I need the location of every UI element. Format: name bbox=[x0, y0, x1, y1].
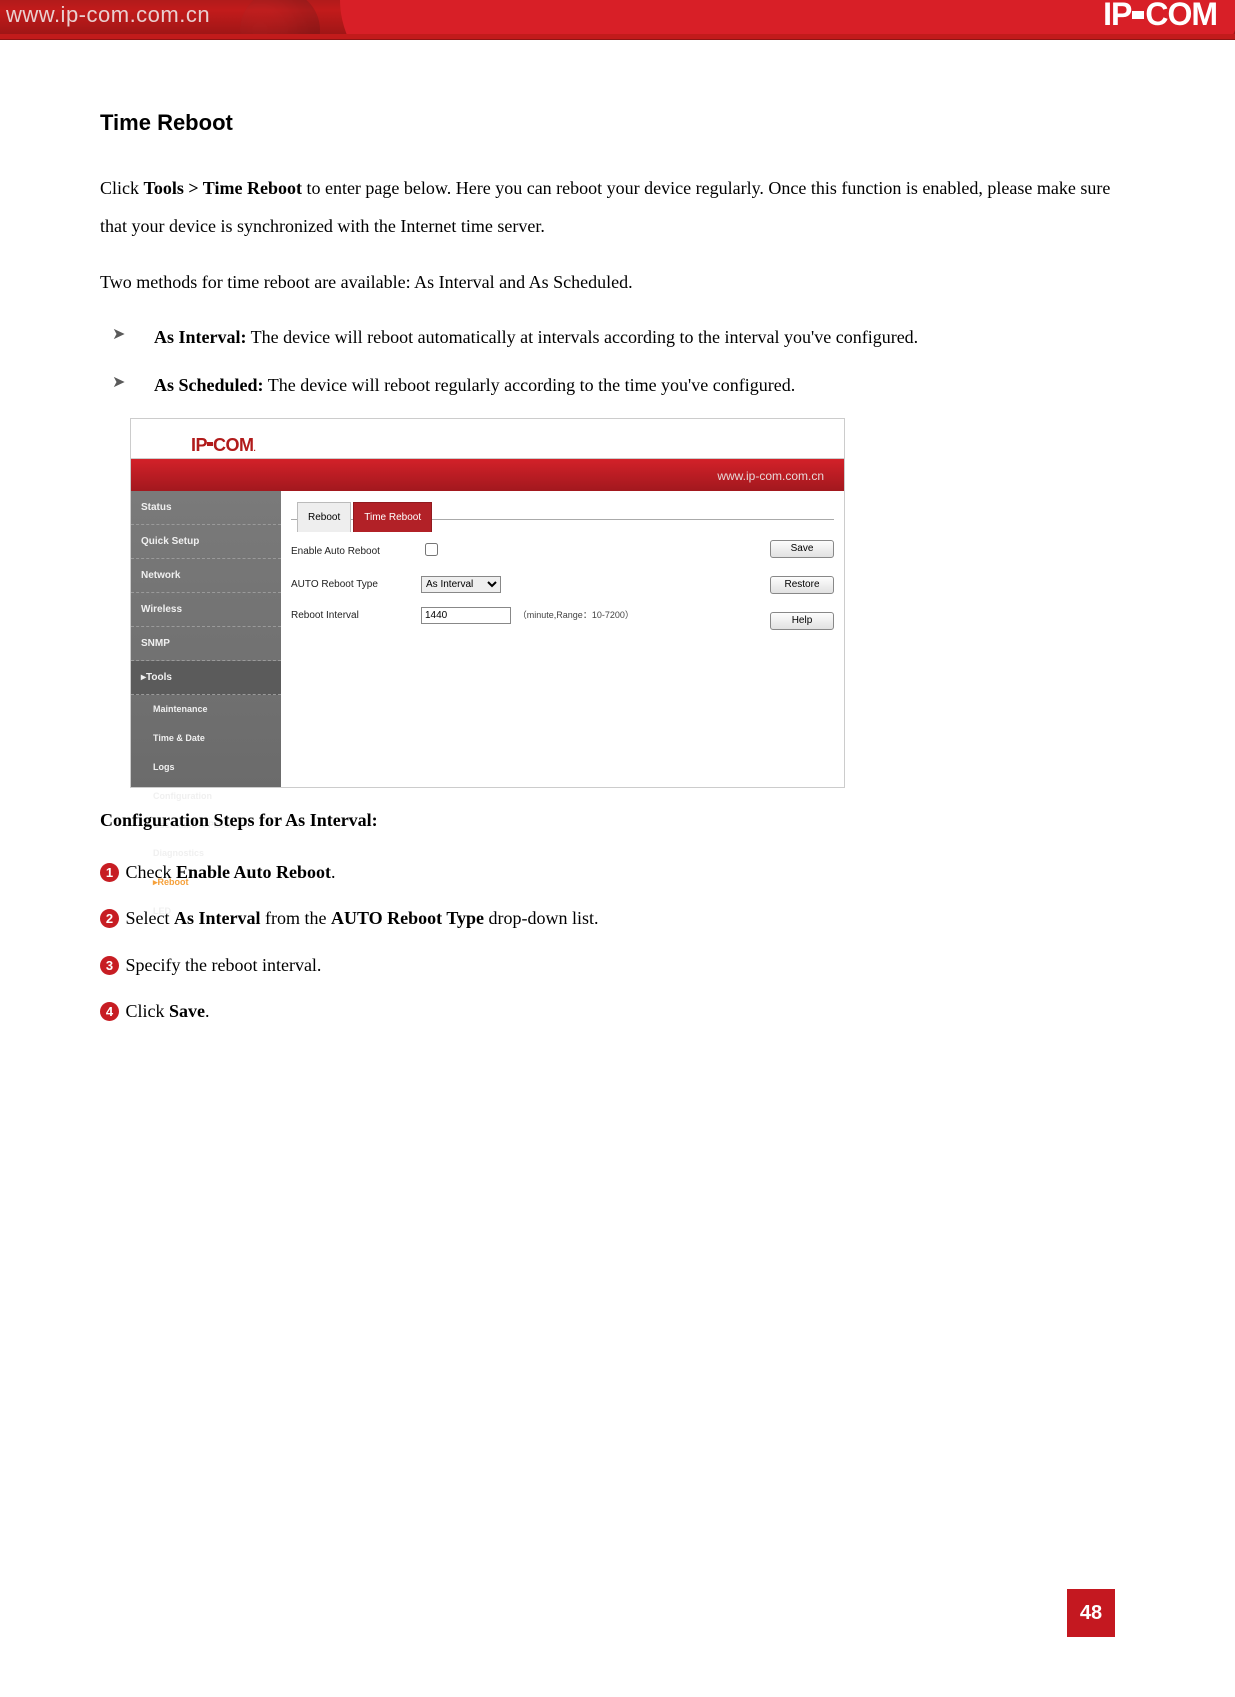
step-1: 1 Check Enable Auto Reboot. bbox=[100, 856, 1135, 888]
hint-interval-range: （minute,Range：10-7200） bbox=[518, 610, 634, 620]
embed-url: www.ip-com.com.cn bbox=[717, 469, 824, 483]
bullet-as-scheduled: As Scheduled: The device will reboot reg… bbox=[124, 368, 1135, 402]
bullet-text: The device will reboot automatically at … bbox=[247, 327, 919, 347]
bullet-bold: As Interval: bbox=[154, 327, 247, 347]
step-num-icon: 4 bbox=[100, 1002, 119, 1021]
sidebar-item-network[interactable]: Network bbox=[131, 559, 281, 593]
sidebar-item-status[interactable]: Status bbox=[131, 491, 281, 525]
help-button[interactable]: Help bbox=[770, 612, 834, 630]
section-title: Time Reboot bbox=[100, 100, 1135, 146]
step-2: 2 Select As Interval from the AUTO Reboo… bbox=[100, 902, 1135, 934]
label-type: AUTO Reboot Type bbox=[291, 574, 421, 595]
checkbox-enable-auto-reboot[interactable] bbox=[425, 543, 438, 556]
input-reboot-interval[interactable] bbox=[421, 607, 511, 624]
select-auto-reboot-type[interactable]: As Interval bbox=[421, 576, 501, 593]
step-num-icon: 2 bbox=[100, 909, 119, 928]
intro-paragraph: Click Tools > Time Reboot to enter page … bbox=[100, 170, 1135, 246]
sidebar-sub-timedate[interactable]: Time & Date bbox=[131, 724, 281, 753]
save-button[interactable]: Save bbox=[770, 540, 834, 558]
sidebar-item-snmp[interactable]: SNMP bbox=[131, 627, 281, 661]
bullet-as-interval: As Interval: The device will reboot auto… bbox=[124, 320, 1135, 354]
step-3: 3 Specify the reboot interval. bbox=[100, 949, 1135, 981]
page-header-banner: www.ip-com.com.cn IPCOM bbox=[0, 0, 1235, 34]
bullet-list: As Interval: The device will reboot auto… bbox=[100, 320, 1135, 402]
label-enable: Enable Auto Reboot bbox=[291, 541, 421, 562]
page-number: 48 bbox=[1067, 1589, 1115, 1637]
sidebar-sub-maintenance[interactable]: Maintenance bbox=[131, 695, 281, 724]
embed-header: IPCOM. bbox=[131, 419, 844, 459]
sidebar-item-wireless[interactable]: Wireless bbox=[131, 593, 281, 627]
header-logo: IPCOM bbox=[1103, 0, 1217, 33]
step-4: 4 Click Save. bbox=[100, 995, 1135, 1027]
sidebar-item-quicksetup[interactable]: Quick Setup bbox=[131, 525, 281, 559]
restore-button[interactable]: Restore bbox=[770, 576, 834, 594]
intro-prefix: Click bbox=[100, 178, 144, 198]
methods-line: Two methods for time reboot are availabl… bbox=[100, 264, 1135, 302]
embed-body: Status Quick Setup Network Wireless SNMP… bbox=[131, 491, 844, 787]
embedded-screenshot: IPCOM. www.ip-com.com.cn Status Quick Se… bbox=[130, 418, 845, 788]
tab-reboot[interactable]: Reboot bbox=[297, 502, 351, 532]
embed-main: RebootTime Reboot Enable Auto Reboot AUT… bbox=[281, 491, 844, 787]
intro-bold: Tools > Time Reboot bbox=[144, 178, 302, 198]
header-url: www.ip-com.com.cn bbox=[6, 2, 210, 28]
bullet-text: The device will reboot regularly accordi… bbox=[264, 375, 796, 395]
row-enable-auto-reboot: Enable Auto Reboot bbox=[291, 540, 744, 564]
embed-logo: IPCOM. bbox=[191, 427, 255, 465]
sidebar-nav: Status Quick Setup Network Wireless SNMP… bbox=[131, 491, 281, 787]
document-content: Time Reboot Click Tools > Time Reboot to… bbox=[0, 40, 1235, 1027]
bullet-bold: As Scheduled: bbox=[154, 375, 264, 395]
step-num-icon: 3 bbox=[100, 956, 119, 975]
step-num-icon: 1 bbox=[100, 863, 119, 882]
tab-row: RebootTime Reboot bbox=[291, 491, 834, 520]
tab-time-reboot[interactable]: Time Reboot bbox=[353, 502, 432, 532]
row-reboot-interval: Reboot Interval （minute,Range：10-7200） bbox=[291, 605, 744, 626]
form-area: Enable Auto Reboot AUTO Reboot Type As I… bbox=[291, 520, 834, 648]
sidebar-item-tools[interactable]: Tools bbox=[131, 661, 281, 695]
form-right-buttons: Save Restore Help bbox=[744, 540, 834, 648]
steps-title: Configuration Steps for As Interval: bbox=[100, 802, 1135, 840]
label-interval: Reboot Interval bbox=[291, 605, 421, 626]
row-reboot-type: AUTO Reboot Type As Interval bbox=[291, 574, 744, 595]
form-left: Enable Auto Reboot AUTO Reboot Type As I… bbox=[291, 540, 744, 648]
sidebar-sub-logs[interactable]: Logs bbox=[131, 753, 281, 782]
